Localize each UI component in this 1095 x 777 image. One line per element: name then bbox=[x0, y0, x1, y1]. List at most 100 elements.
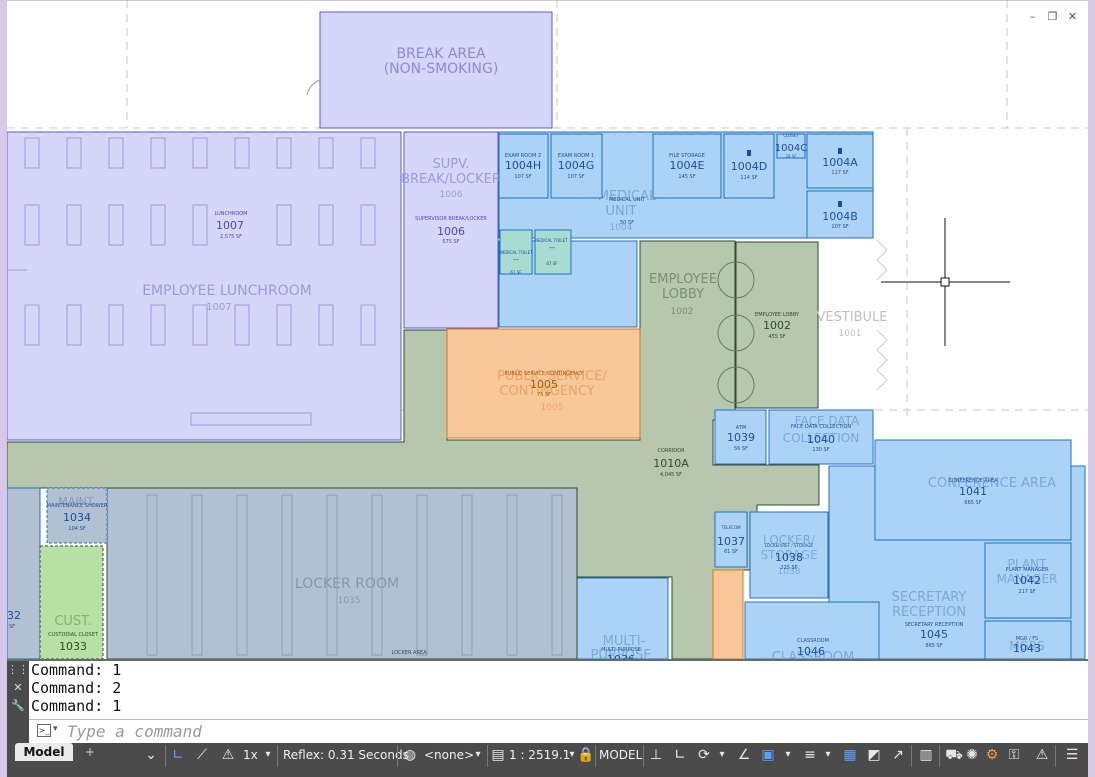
svg-text:TELECOM: TELECOM bbox=[720, 525, 741, 530]
room-1006-number: 1006 bbox=[437, 225, 465, 238]
chevron-down-icon[interactable]: ▾ bbox=[53, 724, 58, 734]
chevron-down-icon[interactable]: ▾ bbox=[259, 746, 277, 764]
close-drawing-icon[interactable]: ✕ bbox=[1066, 10, 1079, 23]
annotation-scale-icon[interactable]: ⚠ bbox=[219, 746, 237, 764]
dynamic-ucs-icon[interactable]: ⟋ bbox=[193, 746, 211, 764]
svg-text:1041: 1041 bbox=[959, 485, 987, 498]
svg-text:MEDICAL UNIT: MEDICAL UNIT bbox=[609, 197, 646, 203]
room-1045-number: 1045 bbox=[920, 628, 948, 641]
svg-text:56 SF: 56 SF bbox=[734, 446, 748, 452]
isometric-icon[interactable]: ∠ bbox=[735, 746, 753, 764]
svg-text:1040: 1040 bbox=[807, 433, 835, 446]
svg-text:1004D: 1004D bbox=[731, 160, 767, 173]
command-input[interactable] bbox=[67, 721, 667, 741]
svg-text:SF: SF bbox=[9, 624, 15, 630]
layer-selector[interactable]: <none> bbox=[424, 743, 474, 769]
add-layout-tab[interactable]: + bbox=[77, 743, 103, 761]
close-command-icon[interactable]: ✕ bbox=[7, 679, 29, 697]
svg-text:67 SF: 67 SF bbox=[546, 261, 558, 266]
status-bar: Model + ⌄ ∟ ⟋ ⚠ 1x ▾ Reflex: 0.31 Second… bbox=[7, 743, 1088, 777]
svg-text:1004: 1004 bbox=[610, 223, 633, 233]
svg-text:CORRIDOR: CORRIDOR bbox=[657, 448, 685, 454]
grip-icon[interactable]: ⋮⋮ bbox=[7, 661, 29, 679]
svg-text:1004H: 1004H bbox=[505, 159, 541, 172]
lunchroom-label: EMPLOYEE LUNCHROOM bbox=[142, 283, 312, 299]
floor-plan[interactable]: BREAK AREA (NON-SMOKING) EMPLOYEE LUNCHR… bbox=[7, 0, 1088, 659]
svg-text:1042: 1042 bbox=[1013, 574, 1041, 587]
svg-text:CONFERENCE AREA: CONFERENCE AREA bbox=[948, 478, 998, 484]
svg-text:217 SF: 217 SF bbox=[1018, 589, 1035, 595]
reflex-status: Reflex: 0.31 Seconds bbox=[283, 748, 409, 762]
quick-properties-icon[interactable]: ▥ bbox=[917, 746, 935, 764]
svg-text:61 SF: 61 SF bbox=[724, 549, 738, 555]
restore-icon[interactable]: ❐ bbox=[1046, 10, 1059, 23]
object-snap-icon[interactable]: ▣ bbox=[759, 746, 777, 764]
ucs-icon[interactable]: ∟ bbox=[169, 746, 187, 764]
autocad-window: BREAK AREA (NON-SMOKING) EMPLOYEE LUNCHR… bbox=[0, 0, 1095, 777]
ortho-icon[interactable]: ∟ bbox=[671, 746, 689, 764]
command-window: ⋮⋮ ✕ 🔧 Command: 1 Command: 2 Command: 1 … bbox=[7, 659, 1088, 745]
hardware-acceleration-icon[interactable]: ⚿ bbox=[1005, 746, 1023, 764]
svg-text:1007: 1007 bbox=[206, 302, 231, 313]
room-1007-number: 1007 bbox=[216, 219, 244, 232]
history-line: Command: 2 bbox=[31, 679, 122, 697]
lock-icon[interactable]: 🔒 bbox=[577, 746, 595, 764]
tab-model[interactable]: Model bbox=[15, 743, 73, 761]
svg-text:1034: 1034 bbox=[63, 511, 91, 524]
svg-text:LOCKER ROOM: LOCKER ROOM bbox=[295, 576, 399, 592]
svg-text:CLOSET: CLOSET bbox=[783, 133, 799, 138]
svg-text:225 SF: 225 SF bbox=[780, 565, 797, 571]
history-line: Command: 1 bbox=[31, 697, 122, 715]
svg-text:SECRETARY: SECRETARY bbox=[892, 590, 967, 605]
svg-text:LOCKER/REF / STORAGE: LOCKER/REF / STORAGE bbox=[765, 543, 813, 548]
chevron-down-icon[interactable]: ▾ bbox=[469, 746, 487, 764]
drawing-canvas[interactable]: BREAK AREA (NON-SMOKING) EMPLOYEE LUNCHR… bbox=[7, 0, 1088, 659]
svg-text:32: 32 bbox=[7, 609, 21, 622]
model-space-toggle[interactable]: MODEL bbox=[599, 743, 642, 769]
svg-text:575 SF: 575 SF bbox=[442, 239, 459, 245]
svg-text:PLANT MANAGER: PLANT MANAGER bbox=[1005, 567, 1049, 573]
customize-wrench-icon[interactable]: 🔧 bbox=[7, 697, 29, 715]
svg-text:RECEPTION: RECEPTION bbox=[892, 605, 966, 620]
svg-text:1038: 1038 bbox=[775, 551, 803, 564]
lineweight-icon[interactable]: ⊥ bbox=[647, 746, 665, 764]
customization-menu-icon[interactable]: ☰ bbox=[1063, 746, 1081, 764]
room-medical-toilet-2 bbox=[534, 229, 572, 275]
svg-text:VESTIBULE: VESTIBULE bbox=[816, 310, 887, 325]
chevron-down-icon[interactable]: ▾ bbox=[713, 746, 731, 764]
command-prompt-icon[interactable]: >_ bbox=[37, 724, 51, 737]
annotation-monitor-icon[interactable]: ↗ bbox=[889, 746, 907, 764]
svg-text:1004A: 1004A bbox=[822, 156, 858, 169]
svg-text:1005: 1005 bbox=[541, 403, 564, 413]
lineweight-display-icon[interactable]: ≡ bbox=[801, 746, 819, 764]
zoom-scale[interactable]: 1 : 2519.1 bbox=[509, 743, 570, 769]
selection-cycling-icon[interactable]: ◩ bbox=[865, 746, 883, 764]
globe-icon[interactable]: ◍ bbox=[401, 746, 419, 764]
svg-text:107 SF: 107 SF bbox=[567, 174, 584, 180]
more-chevron-icon[interactable]: ⌄ bbox=[142, 746, 160, 764]
break-area-label: BREAK AREA bbox=[396, 46, 486, 62]
svg-text:130 SF: 130 SF bbox=[812, 447, 829, 453]
chevron-down-icon[interactable]: ▾ bbox=[779, 746, 797, 764]
svg-text:107 SF: 107 SF bbox=[831, 224, 848, 230]
command-window-grip[interactable]: ⋮⋮ ✕ 🔧 bbox=[7, 661, 29, 745]
svg-text:1037: 1037 bbox=[717, 535, 745, 548]
workspace-icon[interactable]: ⚙ bbox=[983, 746, 1001, 764]
polar-icon[interactable]: ⟳ bbox=[695, 746, 713, 764]
viewport-scale-icon[interactable]: ▤ bbox=[489, 746, 507, 764]
warning-icon[interactable]: ⚠ bbox=[1033, 746, 1051, 764]
auto-scale-icon[interactable]: ✺ bbox=[963, 746, 981, 764]
annotation-visibility-icon[interactable]: ⛟ bbox=[945, 746, 963, 764]
room-1046-number: 1046 bbox=[797, 645, 825, 658]
transparency-icon[interactable]: ▦ bbox=[841, 746, 859, 764]
svg-text:665 SF: 665 SF bbox=[964, 500, 981, 506]
svg-text:SUPERVISOR BREAK/LOCKER: SUPERVISOR BREAK/LOCKER bbox=[415, 216, 487, 222]
minimize-icon[interactable]: – bbox=[1026, 10, 1039, 23]
scale-label[interactable]: 1x bbox=[243, 743, 258, 769]
svg-text:1033: 1033 bbox=[59, 640, 87, 653]
svg-text:MAINTENANCE SHOWER: MAINTENANCE SHOWER bbox=[47, 503, 108, 509]
svg-text:CUST.: CUST. bbox=[54, 614, 91, 629]
svg-text:455 SF: 455 SF bbox=[768, 334, 785, 340]
chevron-down-icon[interactable]: ▾ bbox=[819, 746, 837, 764]
svg-text:BREAK/LOCKER: BREAK/LOCKER bbox=[401, 172, 501, 187]
